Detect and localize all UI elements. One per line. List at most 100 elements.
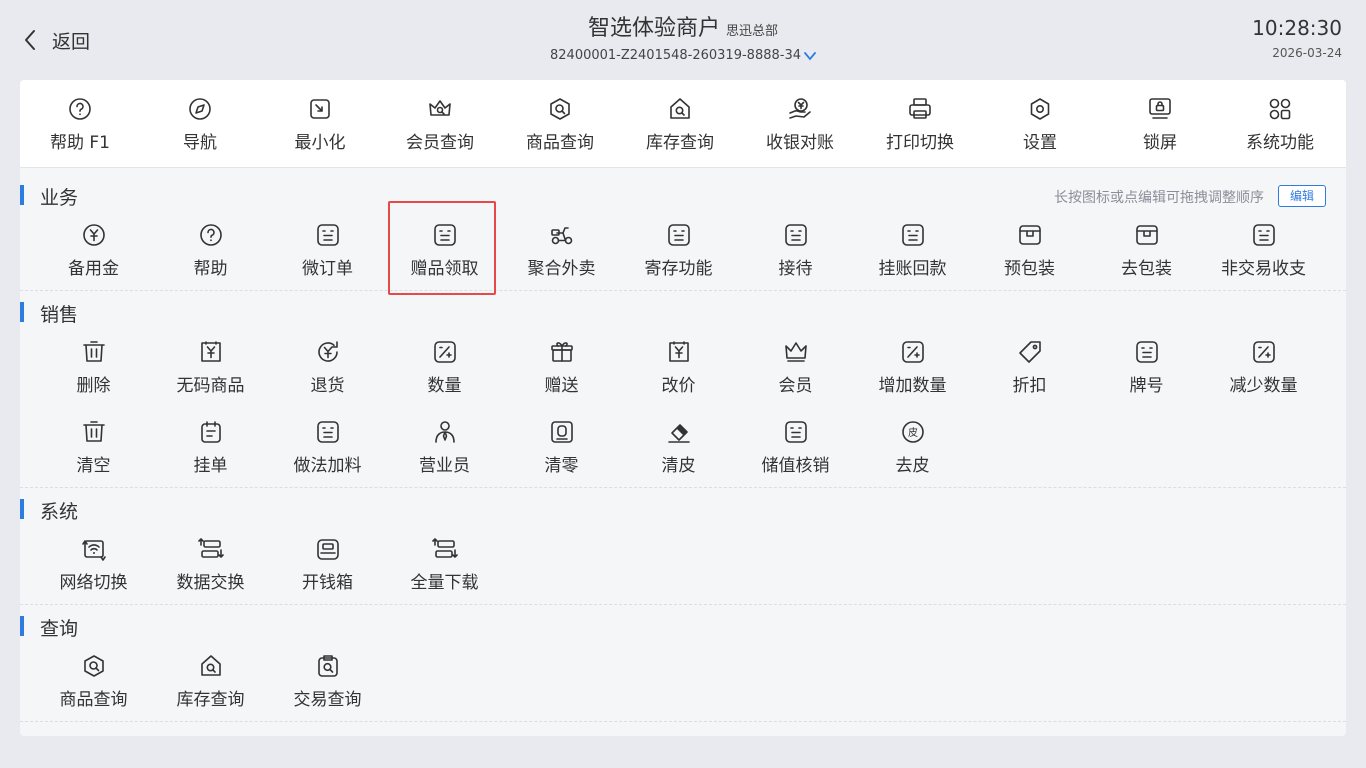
business-item-11[interactable]: 非交易收支 [1205, 222, 1322, 284]
sales-item-10[interactable]: 牌号 [1088, 339, 1205, 401]
hex-search-icon [550, 98, 570, 120]
trash-icon [82, 341, 105, 362]
item-label: 非交易收支 [1221, 259, 1306, 279]
item-label: 改价 [661, 376, 696, 396]
business-item-5[interactable]: 聚合外卖 [503, 222, 620, 284]
face-icon [901, 224, 924, 246]
sales-item-2[interactable]: 无码商品 [152, 339, 269, 401]
sales-item-11[interactable]: 减少数量 [1205, 339, 1322, 401]
crown-search-icon [429, 100, 451, 116]
house-search-icon [200, 655, 221, 676]
sales-item-15[interactable]: 营业员 [386, 419, 503, 481]
query-item-1[interactable]: 商品查询 [35, 653, 152, 715]
item-label: 赠送 [544, 376, 579, 396]
sales-item-5[interactable]: 赠送 [503, 339, 620, 401]
sales-item-12[interactable]: 清空 [35, 419, 152, 481]
face-icon [1252, 224, 1275, 246]
toolbar-button-label: 最小化 [294, 133, 346, 153]
yen-bag-icon [668, 341, 689, 362]
section-title: 业务 [40, 187, 79, 209]
toolbar-button-2[interactable]: 导航 [140, 96, 260, 156]
toolbar-button-5[interactable]: 商品查询 [500, 96, 620, 156]
sales-item-4[interactable]: 数量 [386, 339, 503, 401]
sales-item-1[interactable]: 删除 [35, 339, 152, 401]
section-sales-header: 销售 [20, 300, 1346, 326]
business-item-2[interactable]: 帮助 [152, 222, 269, 284]
business-item-9[interactable]: 预包装 [971, 222, 1088, 284]
item-label: 去皮 [895, 456, 930, 476]
toolbar-button-label: 收银对账 [766, 133, 834, 153]
trash-icon [82, 421, 105, 442]
item-label: 减少数量 [1229, 376, 1298, 396]
toolbar-button-label: 帮助 F1 [50, 133, 110, 153]
toolbar-button-7[interactable]: 收银对账 [740, 96, 860, 156]
sales-item-9[interactable]: 折扣 [971, 339, 1088, 401]
item-label: 挂单 [193, 456, 228, 476]
business-item-3[interactable]: 微订单 [269, 222, 386, 284]
printer-icon [909, 98, 931, 119]
system-item-1[interactable]: 网络切换 [35, 536, 152, 598]
toolbar-button-3[interactable]: 最小化 [260, 96, 380, 156]
toolbar-button-9[interactable]: 设置 [980, 96, 1100, 156]
percent-plus-icon [1252, 341, 1275, 363]
face-icon [1135, 341, 1158, 363]
item-label: 营业员 [419, 456, 470, 476]
query-item-2[interactable]: 库存查询 [152, 653, 269, 715]
edit-button[interactable]: 编辑 [1278, 185, 1326, 207]
toolbar-button-10[interactable]: 锁屏 [1100, 96, 1220, 156]
sales-item-8[interactable]: 增加数量 [854, 339, 971, 401]
device-selector[interactable]: 82400001-Z2401548-260319-8888-34 [550, 48, 816, 63]
toolbar-button-label: 商品查询 [526, 133, 594, 153]
house-search-icon [670, 98, 690, 119]
sales-item-13[interactable]: 挂单 [152, 419, 269, 481]
section-divider [20, 487, 1346, 488]
sales-item-19[interactable]: 皮去皮 [854, 419, 971, 481]
sales-item-7[interactable]: 会员 [737, 339, 854, 401]
business-item-10[interactable]: 去包装 [1088, 222, 1205, 284]
face-icon [433, 224, 456, 246]
yen-hand-icon [789, 98, 811, 119]
item-label: 删除 [76, 376, 111, 396]
item-label: 预包装 [1004, 259, 1055, 279]
section-title: 查询 [40, 618, 79, 640]
business-item-4[interactable]: 赠品领取 [386, 222, 503, 284]
sales-item-14[interactable]: 做法加料 [269, 419, 386, 481]
toolbar-button-label: 会员查询 [406, 133, 474, 153]
toolbar-button-4[interactable]: 会员查询 [380, 96, 500, 156]
grid-icon [1269, 98, 1291, 120]
item-label: 增加数量 [878, 376, 947, 396]
sales-item-18[interactable]: 储值核销 [737, 419, 854, 481]
gift-icon [550, 342, 573, 362]
lock-screen-icon [1149, 98, 1171, 119]
system-item-2[interactable]: 数据交换 [152, 536, 269, 598]
sales-item-6[interactable]: 改价 [620, 339, 737, 401]
item-label: 数量 [427, 376, 462, 396]
item-label: 折扣 [1012, 376, 1047, 396]
toolbar-button-8[interactable]: 打印切换 [860, 96, 980, 156]
section-title: 系统 [40, 501, 79, 523]
toolbar-button-6[interactable]: 库存查询 [620, 96, 740, 156]
section-marker [20, 185, 24, 205]
item-label: 帮助 [193, 259, 228, 279]
pi-circle-icon: 皮 [901, 421, 924, 443]
tag-icon [1018, 341, 1041, 363]
wifi-switch-icon [81, 540, 106, 561]
sales-item-3[interactable]: 退货 [269, 339, 386, 401]
gear-icon [1030, 98, 1050, 120]
toolbar-button-1[interactable]: 帮助 F1 [20, 96, 140, 156]
system-item-4[interactable]: 全量下载 [386, 536, 503, 598]
sales-item-16[interactable]: 清零 [503, 419, 620, 481]
business-item-1[interactable]: 备用金 [35, 222, 152, 284]
section-query-header: 查询 [20, 614, 1346, 640]
item-label: 挂账回款 [878, 259, 947, 279]
face-icon [784, 224, 807, 246]
toolbar-button-11[interactable]: 系统功能 [1220, 96, 1340, 156]
query-item-3[interactable]: 交易查询 [269, 653, 386, 715]
sales-item-17[interactable]: 清皮 [620, 419, 737, 481]
business-item-7[interactable]: 接待 [737, 222, 854, 284]
system-item-3[interactable]: 开钱箱 [269, 536, 386, 598]
business-item-8[interactable]: 挂账回款 [854, 222, 971, 284]
toolbar-button-label: 库存查询 [646, 133, 714, 153]
business-item-6[interactable]: 寄存功能 [620, 222, 737, 284]
section-marker [20, 616, 24, 636]
